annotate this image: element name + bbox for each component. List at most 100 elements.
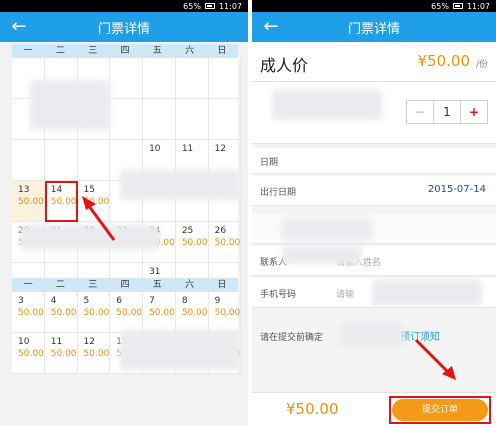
calendar-day	[77, 140, 111, 181]
blur-mask	[282, 246, 362, 264]
phone-field[interactable]: 请输	[336, 287, 354, 300]
status-bar: 65% 11:07	[0, 0, 248, 12]
calendar-day[interactable]: 3 50.00	[12, 292, 45, 333]
calendar-day[interactable]: 14 50.00	[44, 181, 78, 222]
weekday-label: 六	[185, 46, 195, 56]
calendar-day	[44, 140, 78, 181]
calendar-day	[12, 140, 45, 181]
day-price: 50.00	[181, 308, 208, 318]
phone-label: 手机号码	[260, 290, 297, 300]
day-price: 50.00	[83, 308, 110, 318]
weekday-label: 日	[217, 46, 227, 56]
checkout-bar: ¥50.00 提交订单	[252, 392, 496, 426]
day-price: 50.00	[50, 308, 77, 318]
ticket-type-row: 成人价 ¥50.00 /份	[252, 42, 496, 82]
calendar-day	[143, 99, 176, 140]
day-price: 50.00	[50, 349, 77, 359]
weekday-label: 四	[120, 46, 130, 56]
weekday-label: 三	[88, 280, 98, 290]
weekday-label: 六	[185, 280, 195, 290]
day-price: 50.00	[181, 238, 208, 248]
calendar-day[interactable]: 13 50.00	[12, 181, 45, 222]
calendar-day	[110, 58, 144, 99]
blur-mask	[282, 218, 372, 240]
calendar-day[interactable]: 26 50.00	[208, 222, 242, 263]
day-price: 50.00	[50, 197, 77, 207]
calendar-day[interactable]: 25 50.00	[175, 222, 209, 263]
calendar-day	[110, 99, 144, 140]
day-price: 50.00	[18, 349, 44, 359]
date-section: 日期	[252, 148, 496, 174]
calendar-day	[208, 99, 242, 140]
notice-text: 请在提交前确定	[260, 333, 324, 343]
weekday-label: 一	[23, 280, 33, 290]
total-price: ¥50.00	[286, 400, 339, 418]
submit-order-button[interactable]: 提交订单	[392, 399, 488, 421]
calendar-day[interactable]: 8 50.00	[175, 292, 209, 333]
day-price: 50.00	[18, 197, 44, 207]
calendar-day[interactable]: 7 50.00	[143, 292, 176, 333]
calendar-day[interactable]: 4 50.00	[44, 292, 78, 333]
blur-mask	[30, 80, 110, 130]
weekday-label: 五	[152, 46, 162, 56]
weekday-label: 三	[88, 46, 98, 56]
day-number: 10	[18, 337, 30, 347]
increase-button[interactable]: +	[461, 101, 487, 123]
page-title: 门票详情	[347, 21, 400, 37]
quantity-row: − 1 +	[252, 82, 496, 144]
contact-header	[252, 214, 496, 244]
calendar-day[interactable]: 10 50.00	[12, 333, 45, 374]
blur-mask	[120, 330, 240, 370]
price-unit: /份	[475, 60, 488, 70]
phone-row: 手机号码 请输	[252, 278, 496, 308]
battery-level: 65%	[183, 1, 201, 11]
departure-label: 出行日期	[260, 188, 297, 198]
clock: 11:07	[466, 1, 490, 11]
day-number: 5	[83, 296, 90, 306]
day-number: 6	[116, 296, 123, 306]
day-number: 12	[83, 337, 95, 347]
date-label: 日期	[260, 158, 279, 168]
app-bar: ← 门票详情	[252, 12, 496, 42]
right-screen: 65% 11:07 ← 门票详情 成人价 ¥50.00 /份 − 1 + 日期 …	[252, 0, 496, 426]
calendar-day	[143, 58, 176, 99]
day-number: 12	[214, 144, 227, 154]
calendar-day[interactable]: 11 50.00	[44, 333, 78, 374]
clock: 11:07	[218, 1, 242, 11]
quantity-value[interactable]: 1	[433, 101, 461, 123]
day-price: 50.00	[116, 308, 143, 318]
calendar-day[interactable]: 6 50.00	[110, 292, 144, 333]
left-screen: 65% 11:07 ← 门票详情 一二三四五六日 建党节1011121350.0…	[0, 0, 248, 426]
back-arrow-icon[interactable]: ←	[8, 16, 30, 38]
weekday-header: 一二三四五六日	[12, 278, 238, 292]
app-bar: ← 门票详情	[0, 12, 248, 42]
day-number: 11	[50, 337, 63, 347]
calendar-day	[208, 58, 242, 99]
quantity-stepper[interactable]: − 1 +	[406, 100, 488, 124]
decrease-button[interactable]: −	[407, 101, 433, 123]
page-title: 门票详情	[97, 21, 150, 37]
calendar-day	[175, 99, 209, 140]
calendar-day[interactable]: 9 50.00	[208, 292, 242, 333]
day-number: 4	[50, 296, 57, 306]
back-arrow-icon[interactable]: ←	[260, 16, 282, 38]
ticket-type: 成人价	[260, 56, 309, 75]
calendar-day[interactable]: 5 50.00	[77, 292, 111, 333]
calendar-day[interactable]: 12 50.00	[77, 333, 111, 374]
red-arrow-icon	[82, 196, 116, 241]
weekday-label: 二	[55, 46, 65, 56]
blur-mask	[272, 90, 382, 120]
calendar-day	[175, 58, 209, 99]
weekday-label: 二	[55, 280, 65, 290]
blur-mask	[340, 324, 404, 346]
day-number: 14	[50, 185, 63, 195]
departure-row[interactable]: 出行日期 2015-07-14	[252, 176, 496, 206]
day-number: 31	[149, 267, 161, 277]
departure-date: 2015-07-14	[427, 184, 486, 195]
day-number: 11	[181, 144, 194, 154]
day-number: 26	[214, 226, 227, 236]
weekday-label: 一	[23, 46, 33, 56]
blur-mask	[120, 170, 240, 200]
ticket-price: ¥50.00	[417, 52, 471, 70]
weekday-label: 日	[217, 280, 227, 290]
